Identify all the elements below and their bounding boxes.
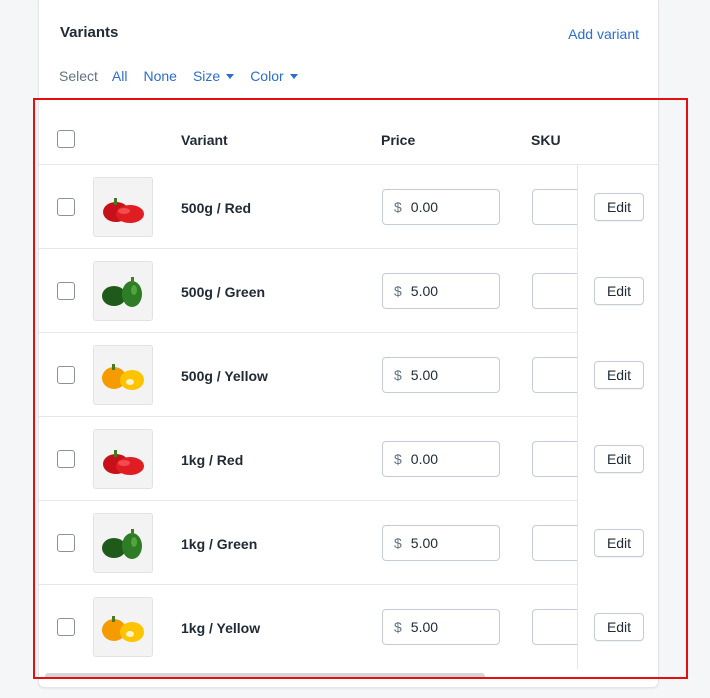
edit-button[interactable]: Edit xyxy=(594,445,644,473)
column-header-variant: Variant xyxy=(181,132,228,148)
edit-cell: Edit xyxy=(578,585,658,669)
select-all-link[interactable]: All xyxy=(112,68,128,84)
table-row: 1kg / Green $5.00 Edit xyxy=(39,501,658,585)
select-bar: Select All None Size Color xyxy=(59,67,314,85)
currency-prefix: $ xyxy=(394,199,402,215)
table-row: 500g / Yellow $5.00 Edit xyxy=(39,333,658,417)
horizontal-scrollbar[interactable] xyxy=(45,673,485,679)
currency-prefix: $ xyxy=(394,451,402,467)
row-checkbox[interactable] xyxy=(57,366,75,384)
price-input[interactable]: $0.00 xyxy=(382,441,500,477)
select-size-dropdown[interactable]: Size xyxy=(192,68,235,84)
edit-button[interactable]: Edit xyxy=(594,529,644,557)
variants-table: Variant Price SKU 500g / Red $0.00 Edit 500… xyxy=(39,95,658,685)
select-none-label: None xyxy=(143,68,177,84)
caret-down-icon xyxy=(289,73,298,79)
edit-cell: Edit xyxy=(578,333,658,417)
price-value: 5.00 xyxy=(410,367,439,383)
add-variant-link[interactable]: Add variant xyxy=(568,26,639,42)
currency-prefix: $ xyxy=(394,619,402,635)
variant-image[interactable] xyxy=(93,597,153,657)
edit-button[interactable]: Edit xyxy=(594,193,644,221)
variant-image[interactable] xyxy=(93,261,153,321)
currency-prefix: $ xyxy=(394,283,402,299)
currency-prefix: $ xyxy=(394,367,402,383)
variant-image[interactable] xyxy=(93,429,153,489)
edit-button[interactable]: Edit xyxy=(594,361,644,389)
variant-image[interactable] xyxy=(93,177,153,237)
currency-prefix: $ xyxy=(394,535,402,551)
price-value: 0.00 xyxy=(410,451,439,467)
column-header-price: Price xyxy=(381,132,416,148)
variant-name: 1kg / Yellow xyxy=(181,620,261,636)
table-row: 1kg / Yellow $5.00 Edit xyxy=(39,585,658,669)
price-value: 5.00 xyxy=(410,619,439,635)
variant-name: 500g / Yellow xyxy=(181,368,268,384)
price-value: 0.00 xyxy=(410,199,439,215)
edit-cell: Edit xyxy=(578,165,658,249)
table-row: 1kg / Red $0.00 Edit xyxy=(39,417,658,501)
price-value: 5.00 xyxy=(410,535,439,551)
table-row: 500g / Red $0.00 Edit xyxy=(39,165,658,249)
price-input[interactable]: $5.00 xyxy=(382,525,500,561)
edit-button[interactable]: Edit xyxy=(594,277,644,305)
variants-card: Variants Add variant Select All None Siz… xyxy=(38,0,659,688)
select-label: Select xyxy=(59,68,98,84)
variant-image[interactable] xyxy=(93,345,153,405)
price-input[interactable]: $5.00 xyxy=(382,273,500,309)
select-size-label: Size xyxy=(192,68,221,84)
table-header: Variant Price SKU xyxy=(39,95,658,165)
price-value: 5.00 xyxy=(410,283,439,299)
column-header-sku: SKU xyxy=(531,132,561,148)
price-input[interactable]: $0.00 xyxy=(382,189,500,225)
variant-name: 500g / Green xyxy=(181,284,266,300)
select-all-checkbox[interactable] xyxy=(57,130,75,148)
row-checkbox[interactable] xyxy=(57,450,75,468)
select-color-label: Color xyxy=(250,68,284,84)
edit-cell: Edit xyxy=(578,417,658,501)
variant-image[interactable] xyxy=(93,513,153,573)
caret-down-icon xyxy=(226,73,235,79)
table-row: 500g / Green $5.00 Edit xyxy=(39,249,658,333)
select-none-link[interactable]: None xyxy=(143,68,176,84)
price-input[interactable]: $5.00 xyxy=(382,609,500,645)
edit-button[interactable]: Edit xyxy=(594,613,644,641)
edit-cell: Edit xyxy=(578,501,658,585)
select-all-label: All xyxy=(111,68,128,84)
row-checkbox[interactable] xyxy=(57,198,75,216)
select-color-dropdown[interactable]: Color xyxy=(250,68,298,84)
variant-name: 1kg / Red xyxy=(181,452,244,468)
edit-cell: Edit xyxy=(578,249,658,333)
variant-name: 500g / Red xyxy=(181,200,252,216)
row-checkbox[interactable] xyxy=(57,282,75,300)
row-checkbox[interactable] xyxy=(57,618,75,636)
price-input[interactable]: $5.00 xyxy=(382,357,500,393)
variant-name: 1kg / Green xyxy=(181,536,258,552)
card-title: Variants xyxy=(60,24,119,41)
row-checkbox[interactable] xyxy=(57,534,75,552)
